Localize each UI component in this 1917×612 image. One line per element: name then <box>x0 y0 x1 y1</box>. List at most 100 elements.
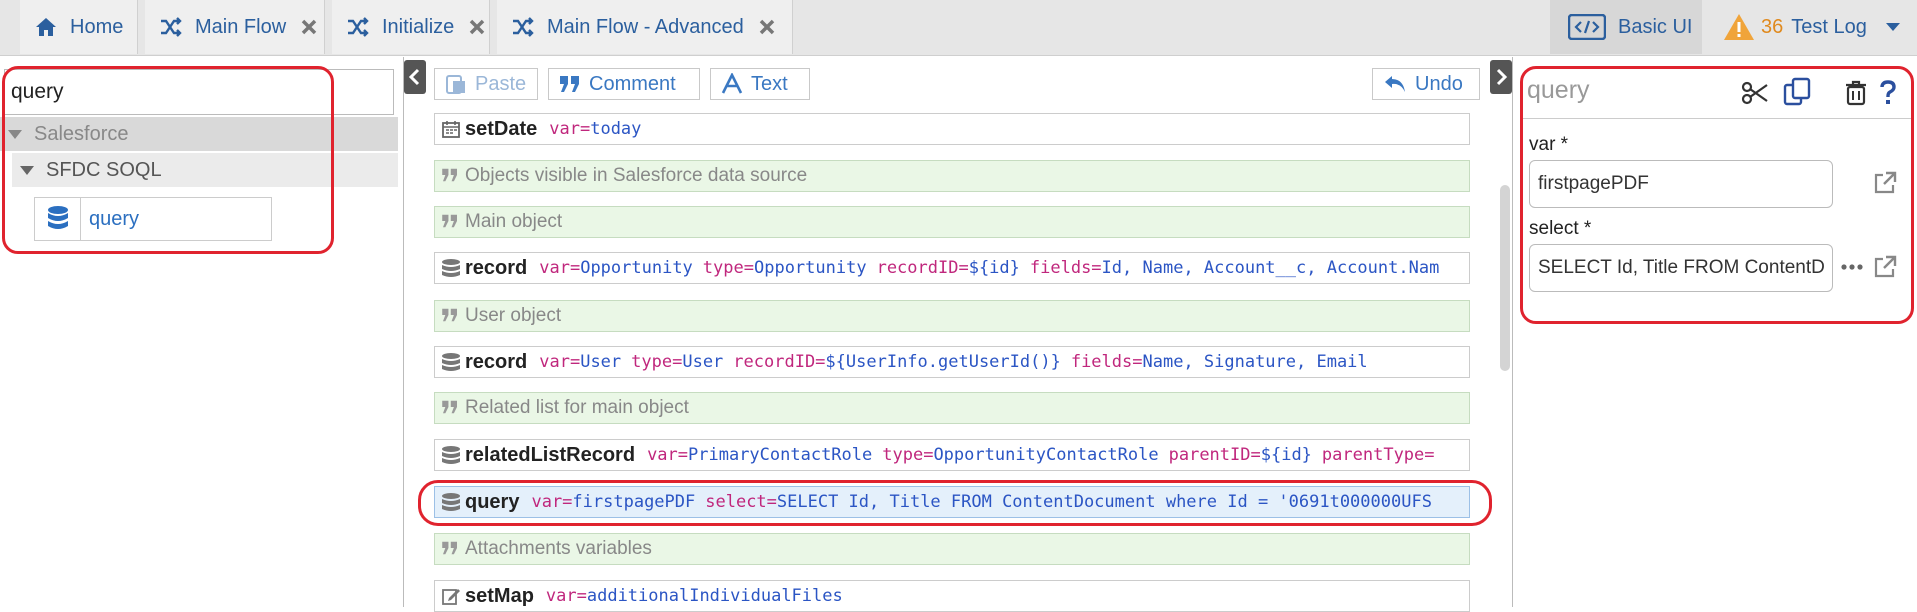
comment-row[interactable]: User object <box>434 300 1470 332</box>
tree-group-label: Salesforce <box>34 122 129 145</box>
comment-row[interactable]: Attachments variables <box>434 533 1470 565</box>
select-more-button[interactable] <box>1840 256 1864 278</box>
basic-ui-button[interactable]: Basic UI <box>1550 0 1702 54</box>
undo-label: Undo <box>1415 72 1463 95</box>
ellipsis-icon <box>1841 264 1863 270</box>
flow-row[interactable]: setMap var= additionalIndividualFiles <box>434 580 1470 612</box>
param-value: Opportunity <box>580 258 693 278</box>
param-value: firstpagePDF <box>572 492 696 512</box>
copy-icon <box>1783 77 1811 106</box>
tree-item-query[interactable]: query <box>34 197 272 241</box>
copy-button[interactable] <box>1782 76 1812 108</box>
caret-down-icon <box>20 165 34 175</box>
comment-row[interactable]: Main object <box>434 206 1470 238</box>
param-name: var= <box>539 258 581 278</box>
quote-icon <box>441 212 461 232</box>
param-value: additionalIndividualFiles <box>586 586 843 606</box>
close-icon[interactable] <box>758 18 776 36</box>
delete-button[interactable] <box>1844 78 1868 108</box>
param-name: type= <box>631 352 683 372</box>
comment-label: Comment <box>589 72 676 95</box>
var-field[interactable]: firstpagePDF <box>1529 160 1833 208</box>
test-log-label: Test Log <box>1791 15 1867 38</box>
tree-item-label: query <box>89 207 140 230</box>
close-icon[interactable] <box>300 18 318 36</box>
paste-icon <box>446 75 465 94</box>
tree-subgroup-label: SFDC SOQL <box>46 158 162 181</box>
param-name: type= <box>702 258 754 278</box>
var-label: var * <box>1529 134 1569 155</box>
divider <box>1520 118 1912 119</box>
flow-row[interactable]: record var= User type= User recordID= ${UserIn… <box>434 346 1470 378</box>
database-icon <box>441 445 461 465</box>
quote-icon <box>441 539 461 559</box>
param-name: recordID= <box>733 352 826 372</box>
home-icon <box>36 18 56 36</box>
tab-label: Home <box>70 15 124 38</box>
trash-icon <box>1846 80 1866 106</box>
properties-panel <box>1514 57 1917 607</box>
param-value: OpportunityContactRole <box>933 445 1159 465</box>
comment-row[interactable]: Objects visible in Salesforce data sourc… <box>434 160 1470 192</box>
database-icon <box>35 198 81 240</box>
command-name: record <box>465 256 528 279</box>
select-open-button[interactable] <box>1872 254 1898 280</box>
comment-text: Related list for main object <box>465 397 689 418</box>
comment-text: Objects visible in Salesforce data sourc… <box>465 165 808 186</box>
chevron-left-icon <box>408 68 420 86</box>
comment-row[interactable]: Related list for main object <box>434 392 1470 424</box>
tab-main-flow[interactable]: Main Flow <box>145 0 325 54</box>
paste-label: Paste <box>475 72 527 95</box>
undo-icon <box>1385 76 1405 92</box>
paste-button[interactable]: Paste <box>434 68 538 100</box>
chevron-down-icon[interactable] <box>1885 21 1901 33</box>
external-link-icon <box>1874 255 1897 278</box>
param-value: today <box>590 119 642 139</box>
flow-row[interactable]: setDate var= today <box>434 113 1470 145</box>
quote-icon <box>441 166 461 186</box>
param-value: PrimaryContactRole <box>688 445 873 465</box>
collapse-left-button[interactable] <box>404 60 426 94</box>
select-field[interactable]: SELECT Id, Title FROM ContentD <box>1529 244 1833 292</box>
var-open-button[interactable] <box>1872 170 1898 196</box>
scissors-icon <box>1741 81 1768 105</box>
tree-group-sfdc-soql[interactable]: SFDC SOQL <box>12 153 398 187</box>
properties-title: query <box>1527 76 1590 104</box>
shuffle-icon <box>161 17 182 37</box>
tab-label: Main Flow - Advanced <box>547 15 744 38</box>
quote-icon <box>441 398 461 418</box>
tab-home[interactable]: Home <box>20 0 138 54</box>
tab-initialize[interactable]: Initialize <box>332 0 490 54</box>
tree-group-salesforce[interactable]: Salesforce <box>0 117 398 151</box>
close-icon[interactable] <box>468 18 486 36</box>
command-name: relatedListRecord <box>465 443 636 466</box>
param-name: var= <box>647 445 689 465</box>
param-value: Name, Signature, Email <box>1142 352 1368 372</box>
flow-row[interactable]: record var= Opportunity type= Opportunity rec… <box>434 252 1470 284</box>
help-button[interactable] <box>1876 78 1900 108</box>
text-label: Text <box>751 72 788 95</box>
command-name: setMap <box>465 584 534 607</box>
param-name: var= <box>545 586 587 606</box>
font-icon <box>721 73 743 94</box>
param-name: parentID= <box>1168 445 1261 465</box>
comment-button[interactable]: Comment <box>548 68 700 100</box>
cut-button[interactable] <box>1740 78 1770 108</box>
database-icon <box>441 258 461 278</box>
command-name: setDate <box>465 117 538 140</box>
tab-main-flow-advanced[interactable]: Main Flow - Advanced <box>497 0 793 54</box>
shuffle-icon <box>348 17 369 37</box>
param-value: ${id} <box>968 258 1020 278</box>
undo-button[interactable]: Undo <box>1372 68 1480 100</box>
flow-row[interactable]: relatedListRecord var= PrimaryContactRole t… <box>434 439 1470 471</box>
calendar-icon <box>441 119 461 139</box>
text-button[interactable]: Text <box>710 68 810 100</box>
param-value: Opportunity <box>753 258 867 278</box>
flow-row-selected[interactable]: query var= firstpagePDF select= SELECT Id, T… <box>434 486 1470 518</box>
basic-ui-label: Basic UI <box>1618 15 1693 38</box>
shuffle-icon <box>513 17 534 37</box>
collapse-right-button[interactable] <box>1490 60 1512 94</box>
scrollbar[interactable] <box>1500 185 1510 371</box>
test-log-button[interactable]: 36 Test Log <box>1705 0 1917 54</box>
search-input[interactable]: query <box>4 69 394 115</box>
